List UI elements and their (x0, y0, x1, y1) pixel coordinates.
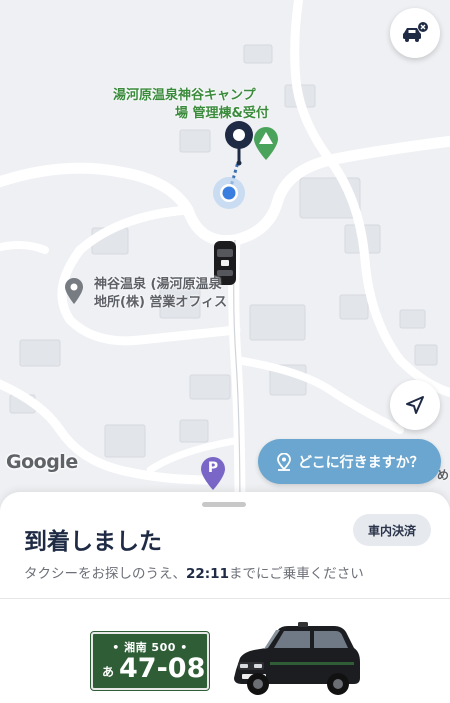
destination-marker-icon (225, 121, 253, 166)
sheet-divider (0, 598, 450, 599)
taxi-vehicle-image (234, 622, 360, 695)
current-location-icon (213, 177, 245, 209)
ride-status-sheet: 到着しました 車内決済 タクシーをお探しのうえ、22:11までにご乗車ください … (0, 492, 450, 703)
pickup-instruction: タクシーをお探しのうえ、22:11までにご乗車ください (24, 562, 364, 582)
poi-onsen-label-2: 地所(株) 営業オフィス (94, 295, 228, 310)
license-plate: • 湘南 500 • あ 47-08 (90, 631, 210, 691)
where-to-button[interactable]: どこに行きますか？ (258, 439, 441, 484)
payment-method-badge: 車内決済 (353, 514, 431, 546)
google-logo: Google (6, 451, 78, 473)
parking-label: P (207, 460, 219, 476)
where-to-label: どこに行きますか？ (298, 454, 424, 471)
sheet-drag-handle[interactable] (202, 502, 246, 507)
navigation-arrow-icon (406, 396, 424, 414)
taxi-cancel-icon (403, 22, 428, 42)
status-title: 到着しました (24, 529, 162, 555)
pickup-instruction-after: までにご乗車ください (228, 566, 364, 582)
plate-kana: あ (102, 665, 115, 679)
map-view[interactable]: 湯河原温泉神谷キャンプ 場 管理棟&受付 神谷温泉 (湯河原温泉 地所(株) 営… (0, 0, 450, 520)
poi-onsen-label-1: 神谷温泉 (湯河原温泉 (94, 277, 222, 292)
taxi-cancel-button[interactable] (390, 8, 440, 58)
place-pin-icon[interactable] (64, 277, 84, 305)
my-location-button[interactable] (390, 380, 440, 430)
poi-campsite-label-1: 湯河原温泉神谷キャンプ (113, 88, 256, 103)
campsite-triangle-icon[interactable] (253, 127, 279, 161)
pickup-deadline-time: 22:11 (186, 566, 229, 582)
location-pin-icon (276, 452, 292, 471)
plate-number: 47-08 (119, 653, 206, 684)
pickup-instruction-before: タクシーをお探しのうえ、 (24, 566, 186, 582)
